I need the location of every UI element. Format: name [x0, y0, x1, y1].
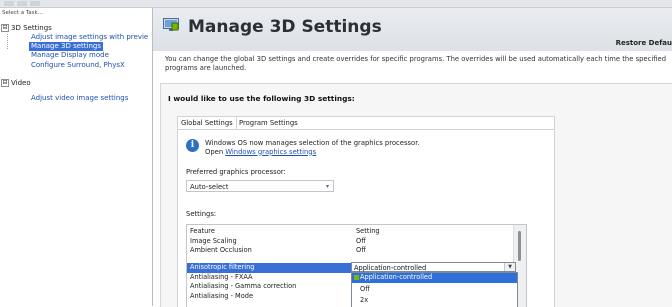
top-toolbar	[0, 0, 672, 8]
home-button[interactable]	[30, 1, 40, 6]
collapse-icon[interactable]: ⊟	[1, 79, 9, 87]
feature-cell: Ambient Occlusion	[190, 246, 252, 254]
table-row[interactable]: Image Scaling Off	[187, 237, 512, 247]
forward-button[interactable]	[17, 1, 27, 6]
feature-cell: Anisotropic filtering	[190, 263, 255, 271]
info-prefix: Open	[205, 147, 226, 156]
tab-global-settings[interactable]: Global Settings	[178, 117, 237, 129]
preferred-gpu-select[interactable]: Auto-select ▾	[186, 180, 334, 192]
info-line: Open Windows graphics settings	[205, 148, 420, 157]
anisotropic-filtering-select[interactable]: Application-controlled ▼	[351, 262, 516, 272]
sidebar-item-manage-3d-settings[interactable]: Manage 3D settings	[29, 42, 104, 51]
restore-defaults-link[interactable]: Restore Defau	[616, 39, 672, 47]
sidebar-group-label: Video	[11, 79, 31, 87]
option-label: Application-controlled	[360, 273, 433, 281]
option-2x[interactable]: 2x	[352, 296, 517, 306]
preferred-gpu-value: Auto-select	[190, 183, 229, 191]
page-header: Manage 3D Settings Restore Defau	[153, 8, 672, 51]
setting-cell: Off	[356, 236, 366, 245]
manage-3d-settings-icon	[163, 18, 179, 31]
setting-cell: Off	[356, 246, 366, 254]
info-line: Windows OS now manages selection of the …	[205, 139, 420, 147]
scrollbar-thumb[interactable]	[518, 231, 521, 261]
option-off[interactable]: Off	[352, 285, 517, 295]
sidebar-group-video[interactable]: ⊟ Video	[1, 79, 31, 88]
back-button[interactable]	[4, 1, 14, 6]
feature-cell: Antialiasing - Gamma correction	[190, 282, 297, 290]
feature-cell: Image Scaling	[190, 236, 237, 245]
selected-setting-value: Application-controlled	[354, 264, 427, 272]
sidebar-item-manage-display-mode[interactable]: Manage Display mode	[31, 51, 109, 60]
column-header-setting: Setting	[356, 227, 380, 235]
tab-divider	[178, 129, 554, 130]
sidebar-item-adjust-image-settings[interactable]: Adjust image settings with previe	[31, 33, 148, 42]
feature-cell: Antialiasing - FXAA	[190, 272, 253, 281]
sidebar-item-adjust-video-image-settings[interactable]: Adjust video image settings	[31, 94, 128, 103]
preferred-gpu-label: Preferred graphics processor:	[186, 168, 286, 176]
info-message: Windows OS now manages selection of the …	[205, 139, 420, 156]
page-title: Manage 3D Settings	[188, 17, 382, 37]
feature-cell: Antialiasing - Mode	[190, 291, 254, 300]
tab-program-settings[interactable]: Program Settings	[236, 117, 301, 129]
task-pane-title: Select a Task...	[2, 10, 43, 16]
table-row[interactable]: Ambient Occlusion Off	[187, 246, 512, 256]
page-description: You can change the global 3D settings an…	[165, 55, 667, 72]
setting-options-list: Application-controlled Off 2x	[351, 272, 518, 307]
option-application-controlled[interactable]: Application-controlled	[352, 273, 517, 283]
settings-label: Settings:	[186, 210, 217, 218]
sidebar-item-configure-surround-physx[interactable]: Configure Surround, PhysX	[31, 61, 125, 70]
tree-connector	[7, 34, 8, 49]
column-header-feature: Feature	[190, 227, 215, 235]
windows-graphics-settings-link[interactable]: Windows graphics settings	[225, 148, 316, 156]
sidebar-group-label: 3D Settings	[11, 24, 52, 32]
chevron-down-icon: ▾	[325, 183, 329, 190]
nvidia-logo-icon	[354, 275, 359, 280]
grid-header-row: Feature Setting	[187, 227, 512, 237]
collapse-icon[interactable]: ⊟	[1, 24, 9, 32]
info-icon: i	[186, 139, 199, 152]
chevron-down-icon[interactable]: ▼	[504, 263, 515, 271]
section-heading: I would like to use the following 3D set…	[168, 94, 355, 103]
sidebar-group-3d-settings[interactable]: ⊟ 3D Settings	[1, 24, 52, 33]
